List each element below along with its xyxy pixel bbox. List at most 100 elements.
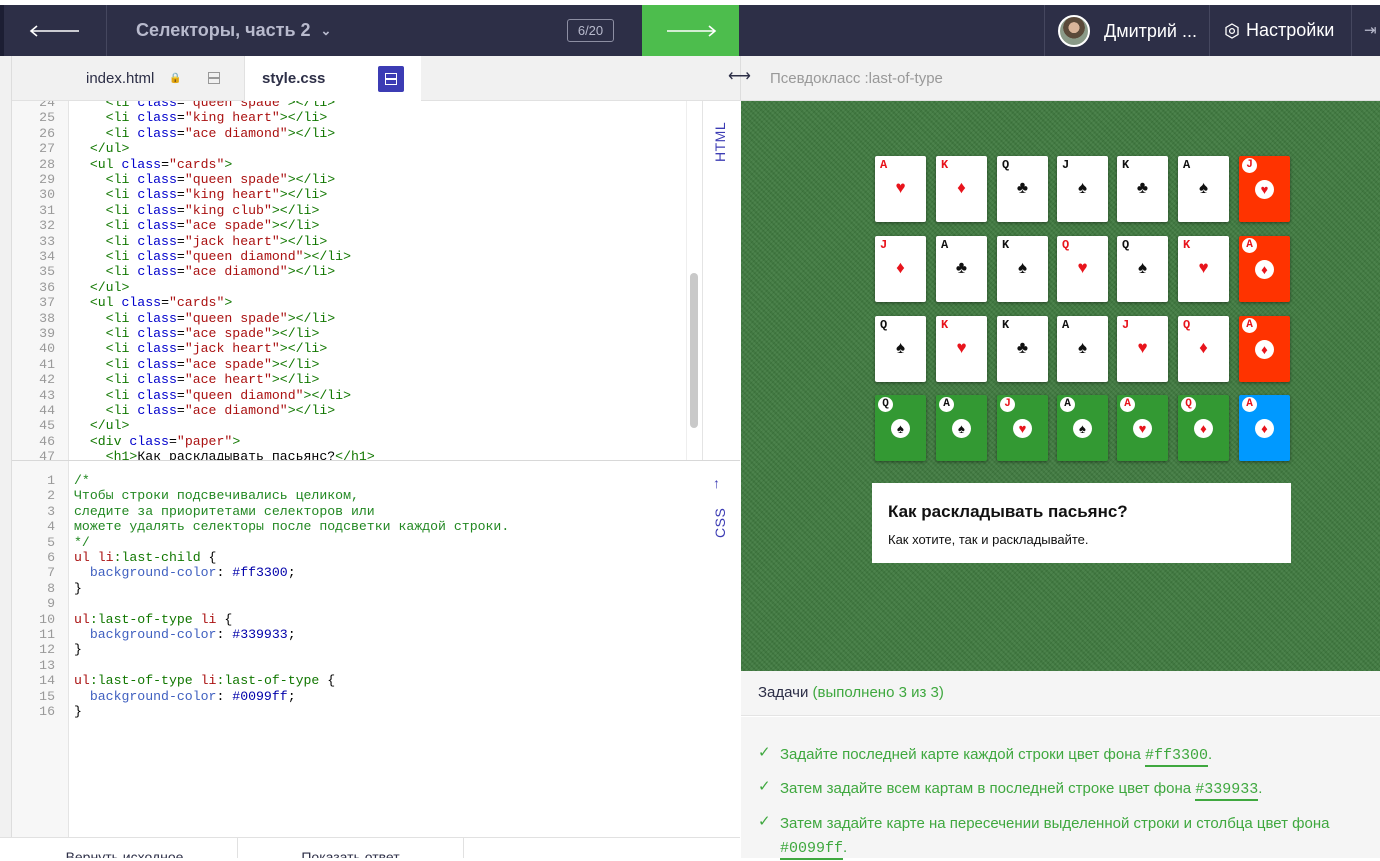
card-rank: K xyxy=(1122,158,1130,172)
card-rank: A xyxy=(1183,158,1191,172)
code-text: можете удалять селекторы после подсветки… xyxy=(74,519,510,535)
line-number: 38 xyxy=(39,310,55,326)
card-suit-icon: ♠ xyxy=(1077,338,1088,357)
card-suit-icon: ♦ xyxy=(896,258,905,277)
card-rank: K xyxy=(941,158,949,172)
playing-card: A ♥ xyxy=(875,156,926,222)
task-code[interactable]: #339933 xyxy=(1195,781,1259,801)
playing-card: K ♠ xyxy=(997,236,1048,302)
card-suit-icon: ♠ xyxy=(1017,258,1028,277)
line-number: 31 xyxy=(39,202,55,218)
code-text: <div class="paper"> xyxy=(89,433,241,449)
paper-text: Как хотите, так и раскладывайте. xyxy=(888,532,1089,547)
line-number: 4 xyxy=(47,519,55,535)
line-number: 9 xyxy=(47,596,55,612)
tasks-status: (выполнено 3 из 3) xyxy=(812,684,944,701)
card-rank: A xyxy=(880,158,888,172)
resize-horizontal-icon[interactable]: ⟷ xyxy=(728,66,751,90)
playing-card: K ♦ xyxy=(936,156,987,222)
next-arrow-button[interactable] xyxy=(642,5,739,56)
card-suit-icon: ♦ xyxy=(1255,260,1274,279)
check-icon: ✓ xyxy=(758,813,771,830)
logout-icon[interactable]: ⇥ xyxy=(1364,23,1380,39)
code-text: <li class="ace spade"></li> xyxy=(105,218,320,234)
line-number: 43 xyxy=(39,387,55,403)
card-suit-icon: ♥ xyxy=(1255,180,1274,199)
playing-card: J ♥ xyxy=(1117,316,1168,382)
line-number: 15 xyxy=(39,688,55,704)
card-rank: A xyxy=(939,397,954,412)
card-rank: J xyxy=(1062,158,1070,172)
card-rank: A xyxy=(1242,397,1257,412)
user-menu[interactable]: Дмитрий ... xyxy=(1058,13,1197,49)
line-number: 24 xyxy=(39,101,55,110)
card-rank: J xyxy=(880,238,888,252)
tab-index-html[interactable]: index.html 🔒 xyxy=(70,56,245,101)
editor-tabs: index.html 🔒 style.css xyxy=(0,56,740,101)
show-answer-button[interactable]: Показать ответ xyxy=(238,837,464,858)
card-suit-icon: ♣ xyxy=(955,258,968,277)
line-number: 8 xyxy=(47,580,55,596)
card-rank: A xyxy=(1242,318,1257,333)
card-rank: Q xyxy=(880,318,888,332)
card-suit-icon: ♠ xyxy=(1077,178,1088,197)
playing-card: J ♥ xyxy=(1239,156,1290,222)
card-rank: J xyxy=(1122,318,1130,332)
divider xyxy=(1044,5,1045,56)
settings-button[interactable]: Настройки xyxy=(1224,5,1334,56)
html-code-editor[interactable]: 24 <li class="queen spade"></li> 25 <li c… xyxy=(12,101,702,460)
playing-card: K ♣ xyxy=(997,316,1048,382)
split-view-icon[interactable] xyxy=(208,72,220,84)
tab-style-css[interactable]: style.css xyxy=(245,56,421,101)
card-suit-icon: ♦ xyxy=(957,178,966,197)
code-text: </ul> xyxy=(89,418,130,434)
playing-card: A ♠ xyxy=(1057,316,1108,382)
code-text: <li class="ace spade"></li> xyxy=(105,356,320,372)
playing-card: Q ♦ xyxy=(1178,316,1229,382)
code-text: <li class="ace spade"></li> xyxy=(105,326,320,341)
html-panel-label[interactable]: HTML xyxy=(712,122,728,162)
line-number: 41 xyxy=(39,356,55,372)
code-text: <ul class="cards"> xyxy=(89,295,233,311)
card-suit-icon: ♠ xyxy=(891,419,910,438)
line-number: 29 xyxy=(39,172,55,187)
line-number: 30 xyxy=(39,187,55,203)
line-number: 3 xyxy=(47,503,55,519)
playing-card: A ♦ xyxy=(1239,395,1290,461)
code-text: <li class="queen spade"></li> xyxy=(105,101,336,110)
code-text: </ul> xyxy=(89,279,130,295)
scrollbar-thumb[interactable] xyxy=(690,273,698,428)
line-number: 39 xyxy=(39,326,55,341)
css-code-editor[interactable]: 1 /* 2 Чтобы строки подсвечивались целиком,… xyxy=(12,461,740,837)
task-text: Затем задайте всем картам в последней ст… xyxy=(780,777,1375,802)
playing-card: A ♦ xyxy=(1239,316,1290,382)
css-panel-label[interactable]: CSS xyxy=(712,508,728,538)
code-text: /* xyxy=(74,473,90,488)
code-text: } xyxy=(74,580,82,596)
task-code[interactable]: #0099ff xyxy=(780,840,844,860)
line-number: 32 xyxy=(39,218,55,234)
card-suit-icon: ♣ xyxy=(1016,178,1029,197)
card-suit-icon: ♦ xyxy=(1194,419,1213,438)
code-text: */ xyxy=(74,534,90,550)
card-rank: K xyxy=(1002,318,1010,332)
split-view-icon[interactable] xyxy=(378,66,404,92)
arrow-left-icon xyxy=(29,24,79,37)
playing-card: A ♠ xyxy=(1057,395,1108,461)
playing-card: K ♥ xyxy=(1178,236,1229,302)
arrow-up-icon[interactable]: ↑ xyxy=(713,475,720,491)
card-rank: Q xyxy=(1183,318,1191,332)
divider xyxy=(1209,5,1210,56)
gutter xyxy=(0,56,12,101)
task-code[interactable]: #ff3300 xyxy=(1145,747,1209,767)
line-number: 36 xyxy=(39,279,55,295)
check-icon: ✓ xyxy=(758,778,771,795)
back-arrow-button[interactable] xyxy=(4,5,107,56)
card-suit-icon: ♥ xyxy=(895,178,906,197)
lesson-title-dropdown[interactable]: Селекторы, часть 2 ⌄ xyxy=(108,5,568,56)
code-text: ul:last-of-type li:last-of-type { xyxy=(74,673,336,689)
reset-code-button[interactable]: Вернуть исходное xyxy=(12,837,238,858)
code-text: <li class="queen spade"></li> xyxy=(105,310,336,326)
line-number: 1 xyxy=(47,473,55,488)
playing-card: K ♣ xyxy=(1117,156,1168,222)
